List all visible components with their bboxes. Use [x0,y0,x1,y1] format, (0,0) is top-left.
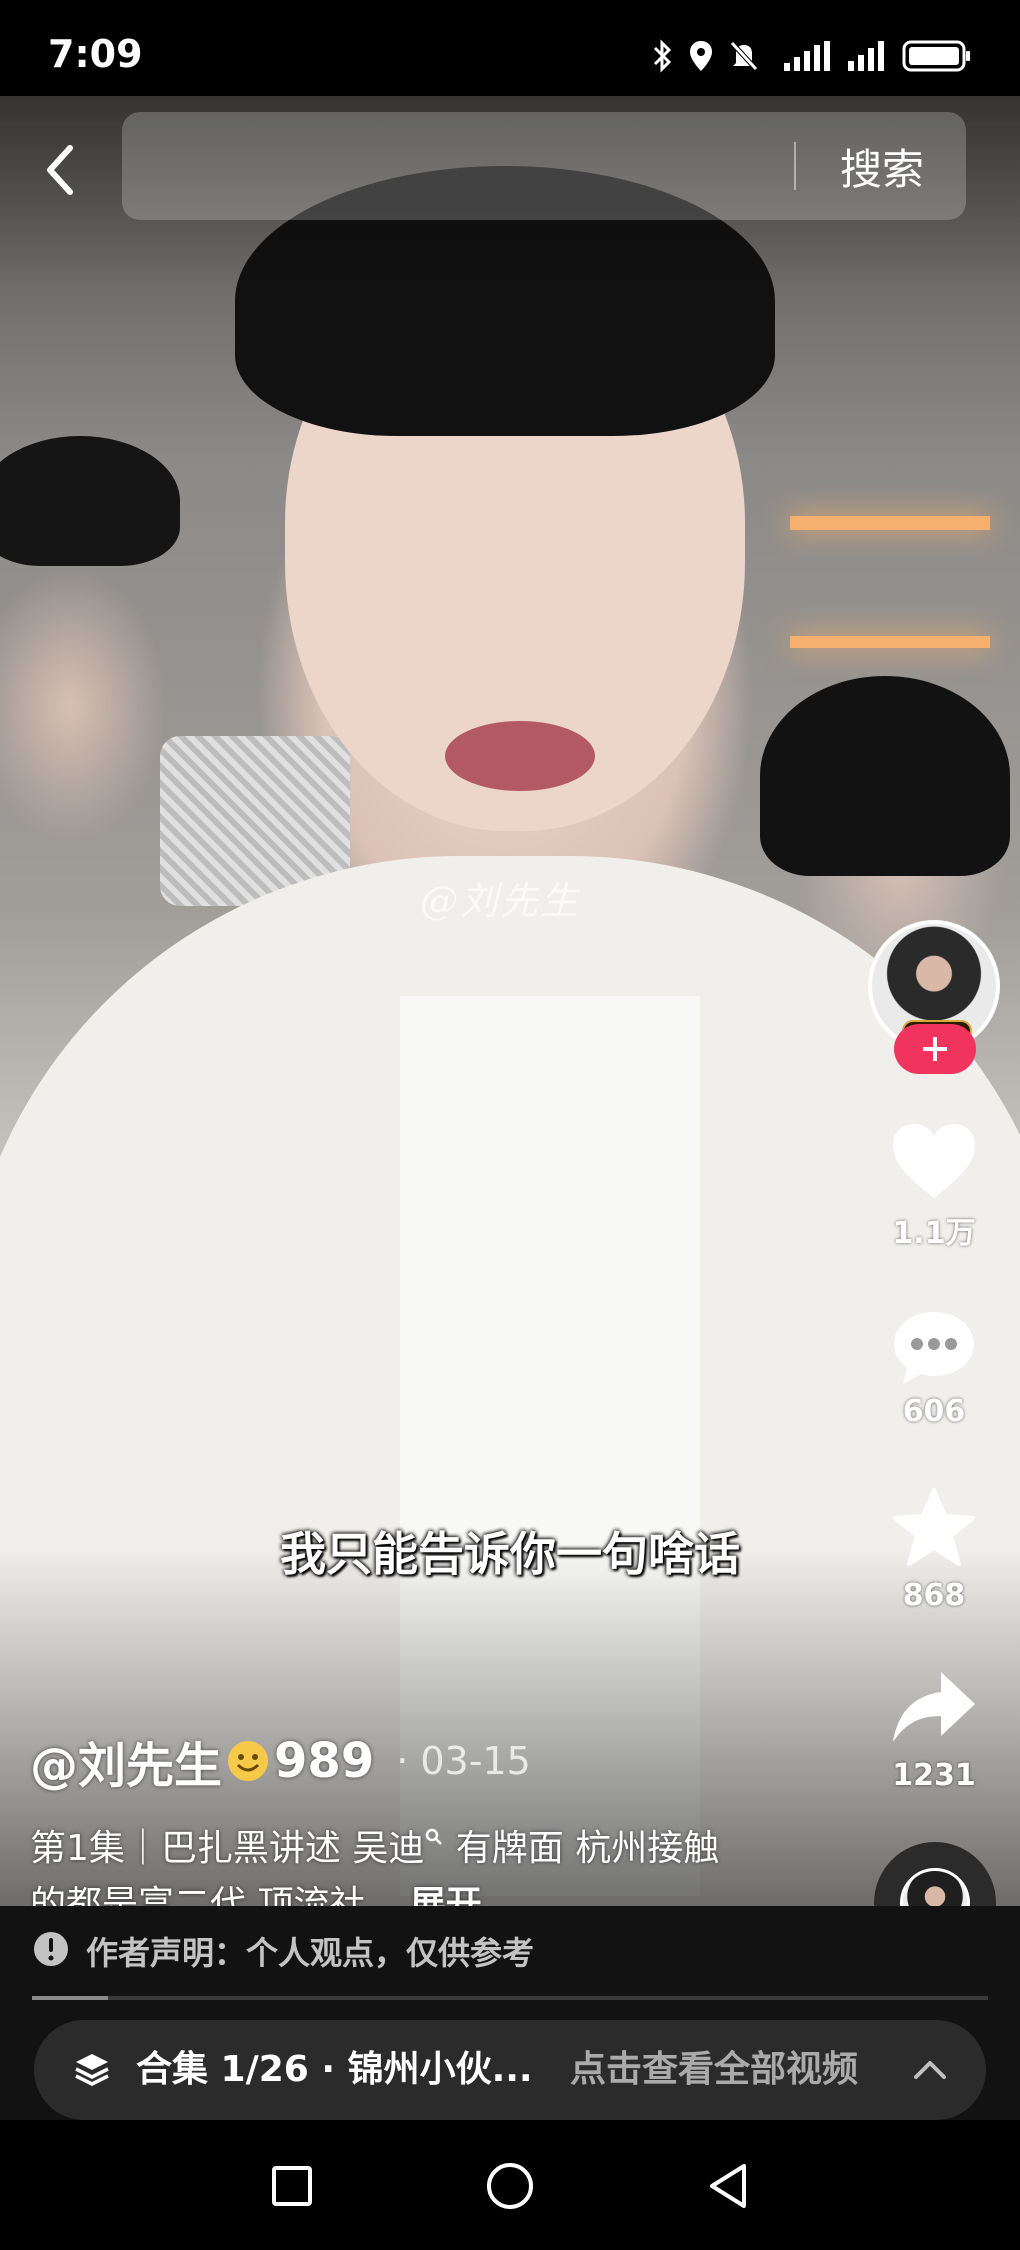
heart-icon [868,1120,1000,1202]
chevron-up-icon[interactable] [910,2050,950,2094]
plus-icon [923,1037,947,1061]
desc-text: 第1集｜巴扎黑讲述 吴迪 [30,1828,425,1869]
share-arrow-icon [868,1666,1000,1752]
location-icon [688,39,714,73]
notice-text: 作者声明：个人观点，仅供参考 [86,1934,535,1972]
recent-apps-button[interactable] [262,2156,322,2216]
circle-icon [487,2163,533,2209]
video-subtitle: 我只能告诉你一句啥话 [280,1527,740,1581]
favorite-button[interactable]: 868 [868,1486,1000,1613]
author-notice: 作者声明：个人观点，仅供参考 [32,1928,534,1974]
layers-icon [72,2050,112,2094]
square-icon [272,2166,312,2206]
search-input[interactable] [152,112,792,220]
bluetooth-icon [652,39,674,73]
battery-icon [902,40,972,72]
status-bar: 7:09 [0,0,1020,96]
video-player[interactable] [0,96,1020,1906]
background-person [0,436,180,566]
mute-icon [728,39,760,73]
favorite-count: 868 [902,1578,966,1613]
comment-count: 606 [902,1394,966,1429]
system-nav-bar [0,2120,1020,2250]
status-icons [652,36,972,76]
author-line: @刘先生 989 · 03-15 [30,1726,531,1796]
post-date: · 03-15 [396,1739,531,1783]
video-progress[interactable] [32,1996,988,2000]
share-button[interactable]: 1231 [868,1666,1000,1793]
back-nav-button[interactable] [698,2156,758,2216]
comment-icon [868,1306,1000,1388]
search-small-icon[interactable] [424,1808,444,1845]
share-count: 1231 [892,1758,976,1793]
progress-fill [32,1996,109,2000]
search-divider [794,142,796,190]
like-count: 1.1万 [892,1216,976,1251]
star-icon [868,1486,1000,1572]
author-name[interactable]: @刘先生 [30,1726,222,1796]
status-time: 7:09 [48,32,143,76]
warning-icon [32,1930,70,1972]
like-button[interactable]: 1.1万 [868,1120,1000,1252]
search-button[interactable]: 搜索 [812,112,952,220]
triangle-back-icon [710,2164,746,2208]
signal-icon [774,41,832,71]
view-all-videos-link[interactable]: 点击查看全部视频 [570,2020,858,2120]
search-bar: 搜索 [122,112,966,220]
collection-label: 合集 1/26 · 锦州小伙... [136,2049,533,2090]
shelf-light [790,516,990,530]
comment-button[interactable]: 606 [868,1306,1000,1429]
bottom-panel: 作者声明：个人观点，仅供参考 合集 1/26 · 锦州小伙... 点击查看全部视… [0,1906,1020,2120]
back-button[interactable] [30,130,90,210]
background-person [760,676,1010,876]
signal-icon [846,41,888,71]
smile-emoji-icon [226,1739,270,1783]
home-button[interactable] [480,2156,540,2216]
follow-button[interactable] [894,1024,976,1074]
author-name-suffix[interactable]: 989 [274,1733,374,1789]
back-arrow-icon [47,145,73,195]
shelf-light [790,636,990,648]
video-watermark: @刘先生 [420,879,581,923]
collection-bar[interactable]: 合集 1/26 · 锦州小伙... 点击查看全部视频 [34,2020,986,2120]
speaker-lips [445,721,595,791]
